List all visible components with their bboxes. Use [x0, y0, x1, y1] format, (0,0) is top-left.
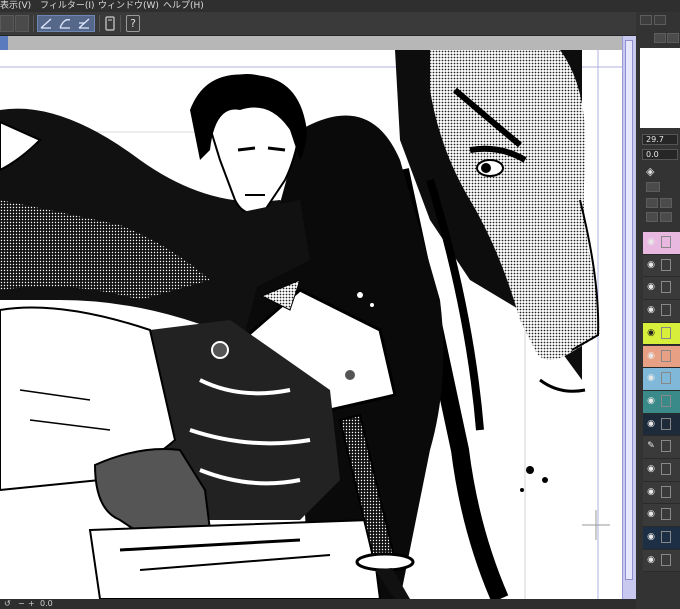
- eye-icon[interactable]: ◉: [645, 281, 657, 293]
- stroke-mode-icons: [40, 18, 90, 29]
- layer-thumbnail: [661, 417, 671, 430]
- layer-thumbnail: [661, 485, 671, 498]
- eye-icon[interactable]: ◉: [645, 259, 657, 271]
- layer-row[interactable]: ◉: [643, 549, 680, 573]
- profile-pupil: [481, 163, 491, 173]
- panel-expand-icon[interactable]: [654, 15, 666, 25]
- layer-row[interactable]: ◉: [643, 481, 680, 505]
- layer-row[interactable]: ◉: [643, 254, 680, 278]
- curve-stroke-icon: [59, 19, 71, 29]
- layer-thumbnail: [661, 236, 671, 248]
- layer-thumbnail: [661, 326, 671, 339]
- navigator-preview[interactable]: [640, 48, 680, 128]
- eye-icon[interactable]: ◉: [645, 327, 657, 339]
- toolbar-divider: [120, 15, 121, 32]
- help-button[interactable]: ?: [126, 15, 140, 32]
- straight-stroke-icon: [40, 18, 52, 29]
- zoom-field[interactable]: 0.0: [642, 149, 678, 160]
- zoom-in-icon[interactable]: +: [28, 599, 35, 609]
- registration-mark: [582, 510, 610, 540]
- layer-thumbnail: [661, 304, 671, 317]
- eye-icon[interactable]: ◉: [645, 463, 657, 475]
- pen-icon[interactable]: ✎: [645, 440, 657, 452]
- layers-icon[interactable]: ◈: [646, 165, 660, 179]
- layer-row[interactable]: ◉: [643, 527, 680, 550]
- menu-window[interactable]: ウィンドウ(W): [98, 0, 159, 12]
- layer-row[interactable]: ◉: [643, 413, 680, 437]
- layer-row[interactable]: ◉: [643, 345, 680, 369]
- layer-thumbnail: [661, 258, 671, 271]
- layer-tool-button[interactable]: [646, 198, 658, 208]
- ink-splatter: [357, 292, 363, 298]
- sword-guard: [355, 552, 415, 572]
- eye-icon[interactable]: ◉: [645, 508, 657, 520]
- tool-button-b[interactable]: [15, 15, 29, 32]
- vest-button: [343, 368, 357, 382]
- stroke-toggle-group[interactable]: [37, 15, 95, 32]
- layer-thumbnail: [661, 281, 671, 294]
- canvas-tab-indicator[interactable]: [0, 36, 8, 50]
- layer-tool-button[interactable]: [646, 212, 658, 222]
- layer-thumbnail: [661, 463, 671, 475]
- layer-row[interactable]: ◉: [643, 459, 680, 482]
- menu-help[interactable]: ヘルプ(H): [163, 0, 204, 12]
- layer-row[interactable]: ◉: [643, 368, 680, 391]
- menu-filter[interactable]: フィルター(I): [40, 0, 95, 12]
- eye-icon[interactable]: ◉: [645, 486, 657, 498]
- size-field[interactable]: 29.7: [642, 134, 678, 145]
- ink-splatter: [520, 488, 524, 492]
- toolbar-divider: [99, 15, 100, 32]
- layer-row[interactable]: ◉: [643, 232, 680, 255]
- rotate-icon[interactable]: ↺: [4, 599, 11, 609]
- character-belt-area: [88, 518, 382, 599]
- layer-row[interactable]: ◉: [643, 300, 680, 323]
- panel-menu-icon[interactable]: [640, 15, 652, 25]
- layer-mode-button[interactable]: [646, 182, 660, 192]
- layer-thumbnail: [661, 531, 671, 544]
- eye-icon[interactable]: ◉: [645, 531, 657, 543]
- layer-tool-button[interactable]: [660, 198, 672, 208]
- ink-splatter: [526, 466, 534, 474]
- eye-icon[interactable]: ◉: [645, 236, 657, 248]
- panel-button[interactable]: [667, 33, 679, 43]
- vertical-scrollbar[interactable]: [622, 36, 636, 599]
- menu-view[interactable]: 表示(V): [0, 0, 31, 12]
- panel-button[interactable]: [654, 33, 666, 43]
- layer-row[interactable]: ◉: [643, 504, 680, 528]
- layer-thumbnail: [661, 394, 671, 407]
- manga-illustration: [0, 50, 622, 599]
- eye-icon[interactable]: ◉: [645, 372, 657, 384]
- device-icon[interactable]: [104, 15, 116, 32]
- polyline-stroke-icon: [78, 18, 90, 29]
- layer-thumbnail: [661, 508, 671, 521]
- command-bar: ?: [0, 12, 680, 36]
- layer-row[interactable]: ✎: [643, 436, 680, 459]
- zoom-value: 0.0: [40, 599, 53, 608]
- tool-button-a[interactable]: [0, 15, 14, 32]
- scrollbar-thumb[interactable]: [625, 40, 633, 580]
- vest-button: [211, 341, 229, 359]
- toolbar-divider: [33, 15, 34, 32]
- status-bar: ↺ − + 0.0: [0, 599, 636, 609]
- eye-icon[interactable]: ◉: [645, 304, 657, 316]
- ink-splatter: [370, 303, 374, 307]
- zoom-out-icon[interactable]: −: [18, 599, 25, 609]
- eye-icon[interactable]: ◉: [645, 418, 657, 430]
- profile-mouth: [539, 378, 586, 393]
- menu-bar: 表示(V) フィルター(I) ウィンドウ(W) ヘルプ(H): [0, 0, 680, 12]
- eye-icon[interactable]: ◉: [645, 395, 657, 407]
- layer-row[interactable]: ◉: [643, 322, 680, 346]
- layer-thumbnail: [661, 553, 671, 566]
- layer-row[interactable]: ◉: [643, 277, 680, 301]
- layer-thumbnail: [661, 349, 671, 362]
- layer-tool-button[interactable]: [660, 212, 672, 222]
- layer-thumbnail: [661, 440, 671, 453]
- ink-splatter: [542, 477, 548, 483]
- eye-icon[interactable]: ◉: [645, 350, 657, 362]
- eye-icon[interactable]: ◉: [645, 554, 657, 566]
- drawing-canvas[interactable]: [0, 50, 622, 599]
- layer-thumbnail: [661, 372, 671, 385]
- layer-row[interactable]: ◉: [643, 390, 680, 414]
